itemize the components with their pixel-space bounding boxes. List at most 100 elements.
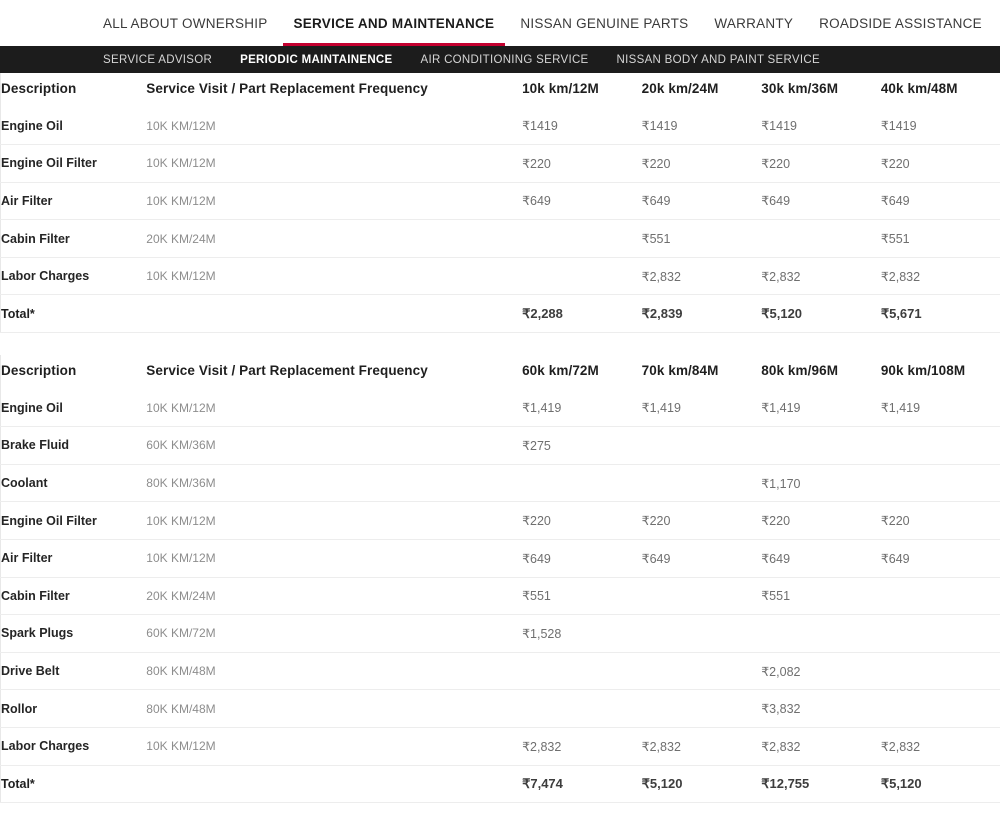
cell-description: Air Filter bbox=[0, 182, 147, 221]
table-row: Total*₹2,288₹2,839₹5,120₹5,671₹5,120 bbox=[0, 294, 1000, 334]
cell-price-1 bbox=[522, 652, 642, 691]
cell-price-1 bbox=[522, 257, 642, 296]
cell-frequency: 10K KM/12M bbox=[146, 501, 523, 540]
header-interval-1: 10k km/12M bbox=[522, 80, 599, 96]
cell-price-2: ₹2,839 bbox=[641, 294, 762, 334]
cell-price-3: ₹1,170 bbox=[761, 464, 881, 503]
cell-price-1: ₹1,419 bbox=[522, 389, 642, 428]
header-frequency: Service Visit / Part Replacement Frequen… bbox=[146, 362, 428, 378]
cell-price-2 bbox=[641, 577, 762, 616]
header-interval-3: 30k km/36M bbox=[761, 80, 839, 96]
cell-frequency: 60K KM/72M bbox=[146, 614, 523, 653]
cell-price-2: ₹220 bbox=[641, 501, 762, 540]
cell-frequency bbox=[146, 294, 523, 334]
cell-price-4 bbox=[880, 464, 1000, 503]
cell-price-1: ₹2,288 bbox=[522, 294, 642, 334]
cell-price-3: ₹3,832 bbox=[761, 689, 881, 728]
cell-price-1: ₹220 bbox=[522, 501, 642, 540]
subnav-item-air-conditioning-service[interactable]: AIR CONDITIONING SERVICE bbox=[421, 54, 589, 66]
cell-price-2: ₹551 bbox=[641, 219, 762, 258]
service-cost-table-1: Description Service Visit / Part Replace… bbox=[0, 73, 1000, 334]
cell-price-2 bbox=[641, 464, 762, 503]
cell-price-2 bbox=[641, 652, 762, 691]
cell-price-3: ₹551 bbox=[761, 577, 881, 616]
cell-price-1 bbox=[522, 464, 642, 503]
nav-item-nissan-genuine-parts[interactable]: NISSAN GENUINE PARTS bbox=[520, 0, 688, 46]
table-body: Engine Oil 10K KM/12M ₹1,419 ₹1,419 ₹1,419 ₹1… bbox=[0, 389, 1000, 804]
cell-price-3 bbox=[761, 614, 881, 653]
subnav-item-label: SERVICE ADVISOR bbox=[103, 53, 213, 66]
cell-price-1 bbox=[522, 219, 642, 258]
table-row: Drive Belt 80K KM/48M ₹2,082 bbox=[0, 652, 1000, 691]
cell-price-3 bbox=[761, 219, 881, 258]
subnav-item-periodic-maintainence[interactable]: PERIODIC MAINTAINENCE bbox=[240, 54, 392, 66]
table-row: Spark Plugs 60K KM/72M ₹1,528 bbox=[0, 614, 1000, 653]
nav-item-all-about-ownership[interactable]: ALL ABOUT OWNERSHIP bbox=[103, 0, 268, 46]
cell-frequency: 10K KM/12M bbox=[146, 539, 523, 578]
cell-price-2 bbox=[641, 426, 762, 465]
cell-price-1: ₹2,832 bbox=[522, 727, 642, 766]
secondary-navigation: SERVICE ADVISOR PERIODIC MAINTAINENCE AI… bbox=[0, 46, 1000, 73]
header-interval-2: 70k km/84M bbox=[641, 362, 719, 378]
cell-price-3: ₹1419 bbox=[761, 107, 881, 146]
maintenance-schedule-tables: Description Service Visit / Part Replace… bbox=[0, 73, 1000, 804]
cell-price-1: ₹649 bbox=[522, 182, 642, 221]
cell-price-4: ₹1419 bbox=[880, 107, 1000, 146]
cell-frequency bbox=[146, 765, 523, 804]
cell-price-4: ₹220 bbox=[880, 501, 1000, 540]
nav-item-roadside-assistance[interactable]: ROADSIDE ASSISTANCE bbox=[819, 0, 982, 46]
cell-price-1: ₹7,474 bbox=[522, 765, 642, 804]
cell-description: Engine Oil Filter bbox=[0, 144, 147, 183]
cell-price-4: ₹5,671 bbox=[880, 294, 1000, 334]
cell-price-1: ₹551 bbox=[522, 577, 642, 616]
cell-frequency: 80K KM/48M bbox=[146, 689, 523, 728]
cell-description: Total* bbox=[0, 294, 147, 334]
table-separator bbox=[0, 333, 1000, 355]
cell-description: Air Filter bbox=[0, 539, 147, 578]
subnav-item-service-advisor[interactable]: SERVICE ADVISOR bbox=[103, 54, 212, 66]
table-row: Total*₹7,474₹5,120₹12,755₹5,120₹5,761 bbox=[0, 765, 1000, 804]
cell-price-3: ₹12,755 bbox=[761, 765, 881, 804]
cell-price-2: ₹649 bbox=[641, 539, 762, 578]
cell-frequency: 60K KM/36M bbox=[146, 426, 523, 465]
cell-price-3 bbox=[761, 426, 881, 465]
cell-frequency: 80K KM/48M bbox=[146, 652, 523, 691]
nav-item-service-and-maintenance[interactable]: SERVICE AND MAINTENANCE bbox=[282, 0, 506, 46]
subnav-item-nissan-body-and-paint-service[interactable]: NISSAN BODY AND PAINT SERVICE bbox=[617, 54, 820, 66]
cell-frequency: 10K KM/12M bbox=[146, 182, 523, 221]
cell-frequency: 10K KM/12M bbox=[146, 144, 523, 183]
cell-price-3: ₹220 bbox=[761, 501, 881, 540]
cell-price-4: ₹5,120 bbox=[880, 765, 1000, 804]
header-interval-2: 20k km/24M bbox=[641, 80, 719, 96]
table-row: Cabin Filter 20K KM/24M ₹551 ₹551 bbox=[0, 577, 1000, 616]
cell-price-3: ₹2,832 bbox=[761, 727, 881, 766]
cell-price-3: ₹2,082 bbox=[761, 652, 881, 691]
cell-price-4: ₹2,832 bbox=[880, 727, 1000, 766]
cell-price-4 bbox=[880, 577, 1000, 616]
table-header-row: Description Service Visit / Part Replace… bbox=[1, 73, 1000, 107]
nav-item-label: NISSAN GENUINE PARTS bbox=[520, 15, 689, 31]
header-description: Description bbox=[1, 80, 77, 96]
table-row: Engine Oil Filter 10K KM/12M ₹220 ₹220 ₹220 ₹… bbox=[0, 144, 1000, 183]
cell-frequency: 20K KM/24M bbox=[146, 577, 523, 616]
nav-item-warranty[interactable]: WARRANTY bbox=[714, 0, 793, 46]
table-row: Air Filter10K KM/12M₹649₹649₹649₹649₹649 bbox=[0, 539, 1000, 578]
cell-price-3: ₹5,120 bbox=[761, 294, 881, 334]
header-interval-1: 60k km/72M bbox=[522, 362, 599, 378]
cell-description: Cabin Filter bbox=[0, 219, 147, 258]
cell-frequency: 10K KM/12M bbox=[146, 107, 523, 146]
table-row: Labor Charges 10K KM/12M ₹2,832 ₹2,832 ₹2,83… bbox=[0, 727, 1000, 766]
cell-price-4: ₹649 bbox=[880, 182, 1000, 221]
cell-price-4: ₹1,419 bbox=[880, 389, 1000, 428]
subnav-item-label: AIR CONDITIONING SERVICE bbox=[420, 53, 589, 66]
header-interval-3: 80k km/96M bbox=[761, 362, 839, 378]
cell-price-4 bbox=[880, 689, 1000, 728]
table-row: Air Filter10K KM/12M₹649₹649₹649₹649₹649 bbox=[0, 182, 1000, 221]
table-body: Engine Oil 10K KM/12M ₹1419 ₹1419 ₹1419 ₹1419… bbox=[0, 107, 1000, 334]
table-row: Cabin Filter 20K KM/24M ₹551 ₹551 bbox=[0, 219, 1000, 258]
cell-description: Engine Oil bbox=[0, 389, 147, 428]
cell-price-2 bbox=[641, 689, 762, 728]
cell-price-4: ₹220 bbox=[880, 144, 1000, 183]
cell-frequency: 10K KM/12M bbox=[146, 257, 523, 296]
table-row: Engine Oil 10K KM/12M ₹1,419 ₹1,419 ₹1,419 ₹1… bbox=[0, 389, 1000, 428]
